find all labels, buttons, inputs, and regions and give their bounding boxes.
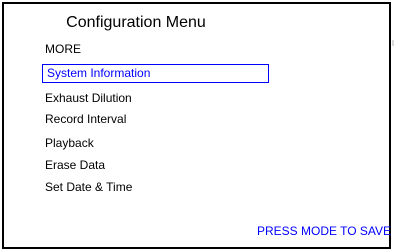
menu-item-record-interval[interactable]: Record Interval (45, 111, 126, 127)
menu-title: Configuration Menu (66, 14, 206, 31)
menu-item-playback[interactable]: Playback (45, 135, 94, 151)
scroll-marker (392, 40, 394, 46)
menu-item-system-information[interactable]: System Information (42, 64, 269, 83)
save-hint: PRESS MODE TO SAVE (257, 224, 392, 238)
menu-item-set-date-time[interactable]: Set Date & Time (45, 179, 132, 195)
menu-item-erase-data[interactable]: Erase Data (45, 157, 105, 173)
menu-item-more[interactable]: MORE (45, 41, 81, 57)
menu-item-exhaust-dilution[interactable]: Exhaust Dilution (45, 90, 132, 106)
